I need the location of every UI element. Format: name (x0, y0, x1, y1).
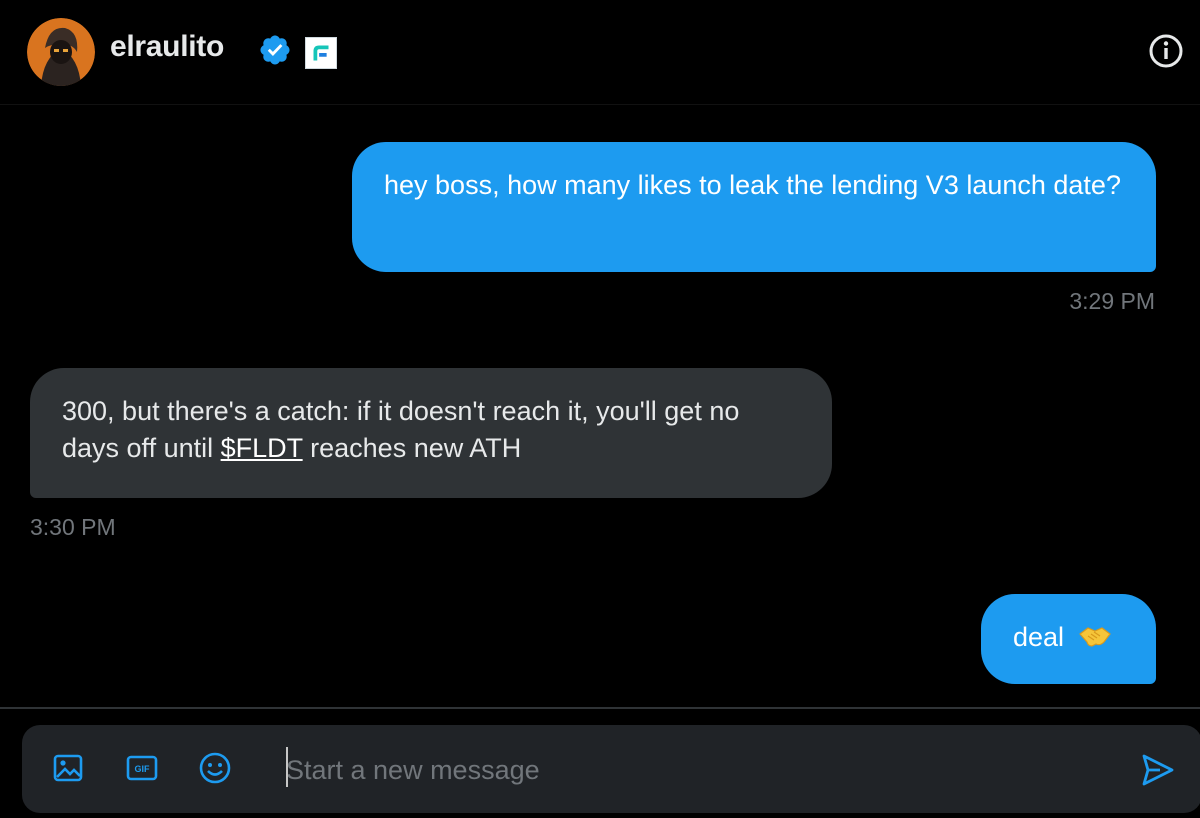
emoji-icon[interactable] (197, 750, 233, 786)
image-icon[interactable] (50, 750, 86, 786)
send-icon[interactable] (1138, 750, 1178, 790)
message-bubble-sent[interactable]: hey boss, how many likes to leak the len… (352, 142, 1156, 272)
message-input[interactable] (284, 747, 1108, 793)
info-icon[interactable] (1148, 33, 1184, 69)
message-timestamp: 3:29 PM (1069, 288, 1155, 314)
svg-text:GIF: GIF (135, 764, 151, 774)
cashtag-link[interactable]: $FLDT (221, 433, 303, 463)
username[interactable]: elraulito (110, 30, 224, 64)
handshake-emoji-icon (1078, 627, 1111, 647)
message-bubble-sent[interactable]: deal (981, 594, 1156, 684)
message-text: reaches new ATH (302, 433, 522, 463)
message-composer: GIF (22, 725, 1200, 813)
message-bubble-received[interactable]: 300, but there's a catch: if it doesn't … (30, 368, 832, 498)
verified-badge-icon (260, 35, 290, 65)
message-text: deal (1013, 622, 1065, 652)
conversation-header: elraulito (0, 0, 1200, 105)
message-timestamp: 3:30 PM (30, 514, 116, 540)
avatar[interactable] (27, 18, 95, 86)
gif-icon[interactable]: GIF (124, 750, 160, 786)
header-divider (0, 104, 1200, 105)
affiliation-badge-icon (305, 37, 337, 69)
composer-divider (0, 707, 1200, 709)
text-caret (286, 747, 288, 787)
message-text: hey boss, how many likes to leak the len… (384, 170, 1121, 200)
